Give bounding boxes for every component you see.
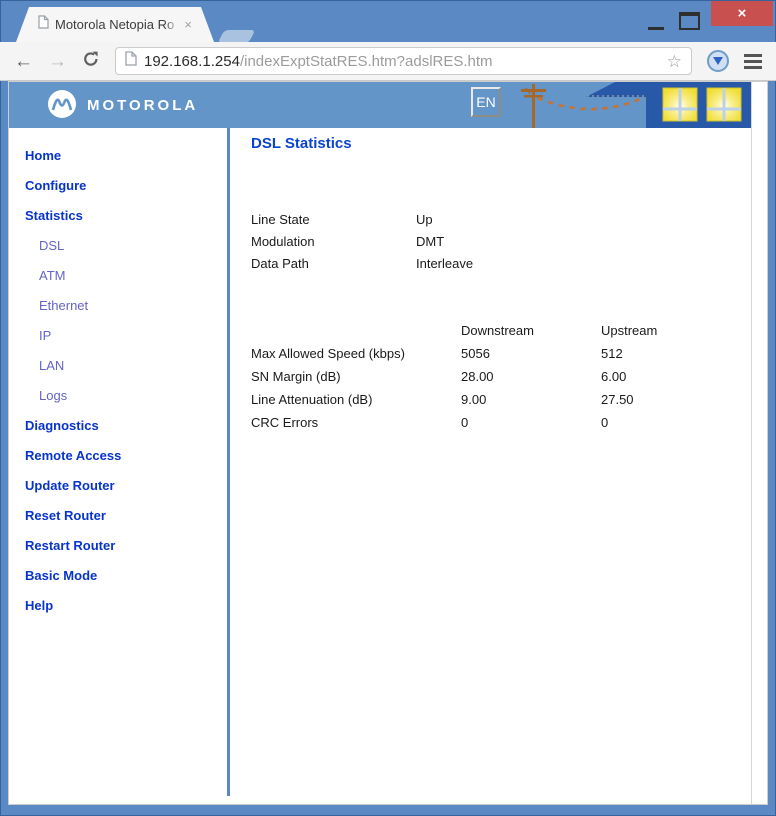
tab-close-icon[interactable]: × <box>184 18 192 31</box>
browser-tab[interactable]: Motorola Netopia Ro × <box>16 7 214 42</box>
sidebar-item-dsl[interactable]: DSL <box>9 231 227 261</box>
sidebar-item-diagnostics[interactable]: Diagnostics <box>9 411 227 441</box>
maximize-button[interactable] <box>679 12 700 30</box>
back-icon[interactable]: ← <box>14 52 33 71</box>
sidebar-item-basic-mode[interactable]: Basic Mode <box>9 561 227 591</box>
column-header-downstream: Downstream <box>461 323 534 338</box>
forward-icon[interactable]: → <box>48 52 67 71</box>
row-label: CRC Errors <box>251 415 319 430</box>
brand-wordmark: MOTOROLA <box>87 97 199 114</box>
sidebar-item-restart-router[interactable]: Restart Router <box>9 531 227 561</box>
status-label: Modulation <box>251 234 315 249</box>
download-arrow-icon <box>713 57 723 65</box>
sidebar-item-help[interactable]: Help <box>9 591 227 621</box>
upstream-value: 0 <box>601 415 609 430</box>
site-header: MOTOROLA EN <box>9 82 753 128</box>
row-label: Line Attenuation (dB) <box>251 392 373 407</box>
row-label: Max Allowed Speed (kbps) <box>251 346 405 361</box>
menu-icon[interactable] <box>744 53 762 69</box>
sidebar-item-atm[interactable]: ATM <box>9 261 227 291</box>
sidebar-item-ethernet[interactable]: Ethernet <box>9 291 227 321</box>
main-content: DSL Statistics Line State Up Modulation … <box>230 128 752 804</box>
status-row: Line State Up <box>251 209 752 231</box>
sidebar-item-configure[interactable]: Configure <box>9 171 227 201</box>
page-icon <box>38 15 49 34</box>
status-label: Data Path <box>251 256 309 271</box>
page-icon <box>125 51 137 71</box>
dsl-stats-table: Downstream Upstream Max Allowed Speed (k… <box>251 319 657 434</box>
site-body: Home Configure Statistics DSL ATM Ethern… <box>9 128 752 804</box>
sidebar-item-reset-router[interactable]: Reset Router <box>9 501 227 531</box>
sidebar-item-remote-access[interactable]: Remote Access <box>9 441 227 471</box>
address-bar[interactable]: 192.168.1.254/indexExptStatRES.htm?adslR… <box>115 47 692 75</box>
reload-icon[interactable] <box>82 50 100 73</box>
table-header-row: Downstream Upstream <box>251 319 657 342</box>
downstream-value: 28.00 <box>461 369 494 384</box>
sidebar-nav: Home Configure Statistics DSL ATM Ethern… <box>9 128 227 804</box>
lit-window-icon <box>662 87 698 122</box>
minimize-button[interactable] <box>648 27 664 30</box>
url-text: 192.168.1.254/indexExptStatRES.htm?adslR… <box>144 53 493 70</box>
bookmark-star-icon[interactable]: ☆ <box>667 53 682 70</box>
page-viewport: MOTOROLA EN Home Configure Statistics DS… <box>8 81 768 805</box>
downstream-value: 0 <box>461 415 469 430</box>
downstream-value: 5056 <box>461 346 490 361</box>
browser-window: Motorola Netopia Ro × × ← → 192.168.1.25… <box>0 0 776 816</box>
status-value: Interleave <box>416 256 474 271</box>
upstream-value: 6.00 <box>601 369 627 384</box>
line-status-group: Line State Up Modulation DMT Data Path I… <box>251 209 752 275</box>
table-row: Line Attenuation (dB) 9.00 27.50 <box>251 388 657 411</box>
status-row: Data Path Interleave <box>251 253 752 275</box>
close-button[interactable]: × <box>711 1 773 26</box>
upstream-value: 27.50 <box>601 392 634 407</box>
motorola-logo-icon <box>48 90 76 118</box>
table-row: CRC Errors 0 0 <box>251 411 657 434</box>
sidebar-item-logs[interactable]: Logs <box>9 381 227 411</box>
sidebar-item-update-router[interactable]: Update Router <box>9 471 227 501</box>
row-label: SN Margin (dB) <box>251 369 341 384</box>
table-row: Max Allowed Speed (kbps) 5056 512 <box>251 342 657 365</box>
language-button[interactable]: EN <box>471 87 501 117</box>
scrollbar-gutter <box>751 82 767 804</box>
status-value: Up <box>416 212 433 227</box>
url-path: /indexExptStatRES.htm?adslRES.htm <box>239 52 493 70</box>
status-label: Line State <box>251 212 310 227</box>
status-value: DMT <box>416 234 445 249</box>
downstream-value: 9.00 <box>461 392 487 407</box>
upstream-value: 512 <box>601 346 623 361</box>
title-bar: Motorola Netopia Ro × × <box>0 0 776 43</box>
lit-window-icon <box>706 87 742 122</box>
page-title: DSL Statistics <box>251 135 352 152</box>
tab-title: Motorola Netopia Ro <box>55 17 180 32</box>
extension-icon[interactable] <box>707 50 729 72</box>
sidebar-item-statistics[interactable]: Statistics <box>9 201 227 231</box>
url-domain: 192.168.1.254 <box>144 52 240 70</box>
sidebar-item-home[interactable]: Home <box>9 141 227 171</box>
column-header-upstream: Upstream <box>601 323 658 338</box>
table-row: SN Margin (dB) 28.00 6.00 <box>251 365 657 388</box>
sidebar-item-lan[interactable]: LAN <box>9 351 227 381</box>
status-row: Modulation DMT <box>251 231 752 253</box>
browser-toolbar: ← → 192.168.1.254/indexExptStatRES.htm?a… <box>0 42 776 81</box>
sidebar-item-ip[interactable]: IP <box>9 321 227 351</box>
